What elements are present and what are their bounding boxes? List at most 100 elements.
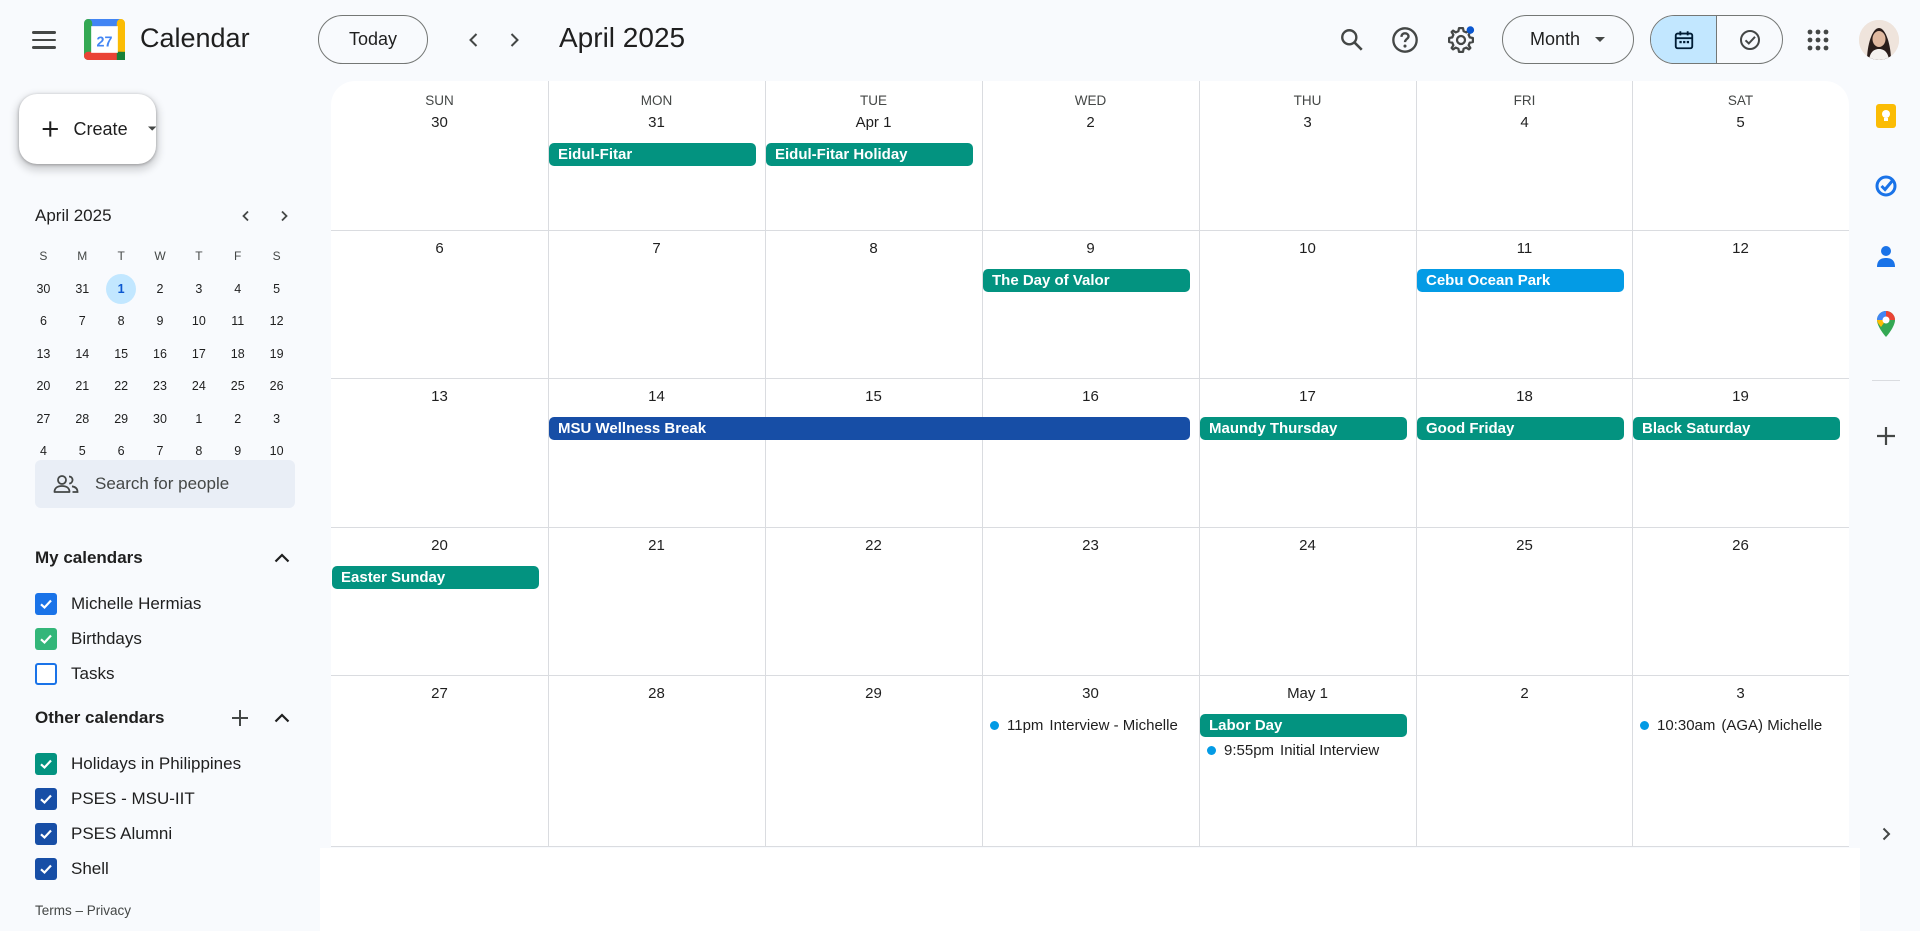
calendar-item[interactable]: Holidays in Philippines <box>35 749 241 779</box>
tasks-view-toggle[interactable] <box>1716 16 1782 63</box>
mini-calendar-today[interactable]: 1 <box>102 273 141 304</box>
calendar-view-toggle[interactable] <box>1651 16 1716 63</box>
create-button[interactable]: Create <box>19 94 156 164</box>
day-cell[interactable]: 15 <box>765 378 982 527</box>
day-cell[interactable]: 17 <box>1199 378 1416 527</box>
mini-calendar-day[interactable]: 18 <box>218 339 257 369</box>
day-cell[interactable]: 8 <box>765 230 982 379</box>
settings-button[interactable] <box>1441 20 1481 60</box>
all-day-event[interactable]: Easter Sunday <box>332 566 539 589</box>
day-number[interactable]: 20 <box>331 537 548 554</box>
calendar-checkbox[interactable] <box>35 663 57 685</box>
timed-event[interactable]: 9:55pm Initial Interview <box>1207 739 1414 761</box>
mini-calendar-day[interactable]: 11 <box>218 306 257 336</box>
day-number[interactable]: 4 <box>1416 114 1633 131</box>
tasks-button[interactable] <box>1870 170 1902 202</box>
day-cell[interactable]: 2 <box>1416 675 1633 824</box>
mini-calendar-day[interactable]: 5 <box>257 274 296 304</box>
day-number[interactable]: 9 <box>982 240 1199 257</box>
day-cell[interactable]: FRI 4 <box>1416 81 1633 230</box>
mini-calendar-day[interactable]: 3 <box>179 274 218 304</box>
day-number[interactable]: 5 <box>1632 114 1849 131</box>
day-cell[interactable]: SUN 30 <box>331 81 548 230</box>
day-number[interactable]: 14 <box>548 388 765 405</box>
day-number[interactable]: 15 <box>765 388 982 405</box>
next-month-button[interactable] <box>496 22 532 58</box>
day-number[interactable]: 3 <box>1199 114 1416 131</box>
calendar-logo-icon[interactable]: 27 <box>84 19 125 60</box>
mini-calendar-day[interactable]: 2 <box>141 274 180 304</box>
day-cell[interactable]: 23 <box>982 527 1199 676</box>
day-cell[interactable]: 18 <box>1416 378 1633 527</box>
day-cell[interactable]: WED 2 <box>982 81 1199 230</box>
mini-calendar-day[interactable]: 30 <box>24 274 63 304</box>
day-number[interactable]: 6 <box>331 240 548 257</box>
day-number[interactable]: 10 <box>1199 240 1416 257</box>
day-number[interactable]: 13 <box>331 388 548 405</box>
keep-button[interactable] <box>1870 100 1902 132</box>
mini-calendar-day[interactable]: 26 <box>257 371 296 401</box>
day-cell[interactable]: 6 <box>331 230 548 379</box>
mini-calendar-day[interactable]: 8 <box>102 306 141 336</box>
mini-calendar-day[interactable]: 20 <box>24 371 63 401</box>
mini-calendar-day[interactable]: 13 <box>24 339 63 369</box>
mini-calendar-day[interactable]: 10 <box>179 306 218 336</box>
day-number[interactable]: 2 <box>1416 685 1633 702</box>
mini-calendar-day[interactable]: 7 <box>63 306 102 336</box>
day-number[interactable]: 8 <box>765 240 982 257</box>
calendar-checkbox[interactable] <box>35 628 57 650</box>
day-number[interactable]: 29 <box>765 685 982 702</box>
all-day-event[interactable]: Labor Day <box>1200 714 1407 737</box>
calendar-checkbox[interactable] <box>35 823 57 845</box>
day-cell[interactable]: 21 <box>548 527 765 676</box>
all-day-event[interactable]: MSU Wellness Break <box>549 417 1190 440</box>
day-cell[interactable]: 13 <box>331 378 548 527</box>
day-number[interactable]: 16 <box>982 388 1199 405</box>
day-number[interactable]: 25 <box>1416 537 1633 554</box>
day-cell[interactable]: 20 <box>331 527 548 676</box>
day-cell[interactable]: 22 <box>765 527 982 676</box>
day-number[interactable]: 21 <box>548 537 765 554</box>
mini-calendar-day[interactable]: 1 <box>179 404 218 434</box>
today-button[interactable]: Today <box>318 15 428 64</box>
mini-calendar-day[interactable]: 4 <box>218 274 257 304</box>
mini-calendar-day[interactable]: 25 <box>218 371 257 401</box>
mini-calendar-day[interactable]: 23 <box>141 371 180 401</box>
search-button[interactable] <box>1332 20 1372 60</box>
mini-calendar-day[interactable]: 17 <box>179 339 218 369</box>
hamburger-icon[interactable] <box>22 20 66 60</box>
all-day-event[interactable]: Eidul-Fitar <box>549 143 756 166</box>
mini-calendar-day[interactable]: 6 <box>24 306 63 336</box>
calendar-item[interactable]: Michelle Hermias <box>35 589 201 619</box>
day-cell[interactable]: 11 <box>1416 230 1633 379</box>
day-number[interactable]: 3 <box>1632 685 1849 702</box>
mini-calendar-day[interactable]: 22 <box>102 371 141 401</box>
day-number[interactable]: 24 <box>1199 537 1416 554</box>
day-number[interactable]: 28 <box>548 685 765 702</box>
mini-calendar-day[interactable]: 15 <box>102 339 141 369</box>
day-cell[interactable]: SAT 5 <box>1632 81 1849 230</box>
all-day-event[interactable]: Good Friday <box>1417 417 1624 440</box>
mini-calendar-day[interactable]: 12 <box>257 306 296 336</box>
contacts-button[interactable] <box>1870 240 1902 272</box>
day-number[interactable]: May 1 <box>1199 685 1416 702</box>
mini-calendar-day[interactable]: 19 <box>257 339 296 369</box>
day-number[interactable]: 22 <box>765 537 982 554</box>
day-cell[interactable]: 25 <box>1416 527 1633 676</box>
day-cell[interactable]: 28 <box>548 675 765 824</box>
calendar-checkbox[interactable] <box>35 753 57 775</box>
avatar[interactable] <box>1859 20 1899 60</box>
calendar-item[interactable]: Tasks <box>35 659 114 689</box>
day-number[interactable]: 7 <box>548 240 765 257</box>
day-number[interactable]: 19 <box>1632 388 1849 405</box>
all-day-event[interactable]: Eidul-Fitar Holiday <box>766 143 973 166</box>
add-other-calendar-button[interactable] <box>226 704 254 732</box>
calendar-item[interactable]: PSES - MSU-IIT <box>35 784 195 814</box>
day-cell[interactable]: 14 <box>548 378 765 527</box>
all-day-event[interactable]: Black Saturday <box>1633 417 1840 440</box>
day-cell[interactable]: 27 <box>331 675 548 824</box>
day-number[interactable]: 18 <box>1416 388 1633 405</box>
help-button[interactable] <box>1385 20 1425 60</box>
get-add-ons-button[interactable] <box>1870 420 1902 452</box>
all-day-event[interactable]: Cebu Ocean Park <box>1417 269 1624 292</box>
